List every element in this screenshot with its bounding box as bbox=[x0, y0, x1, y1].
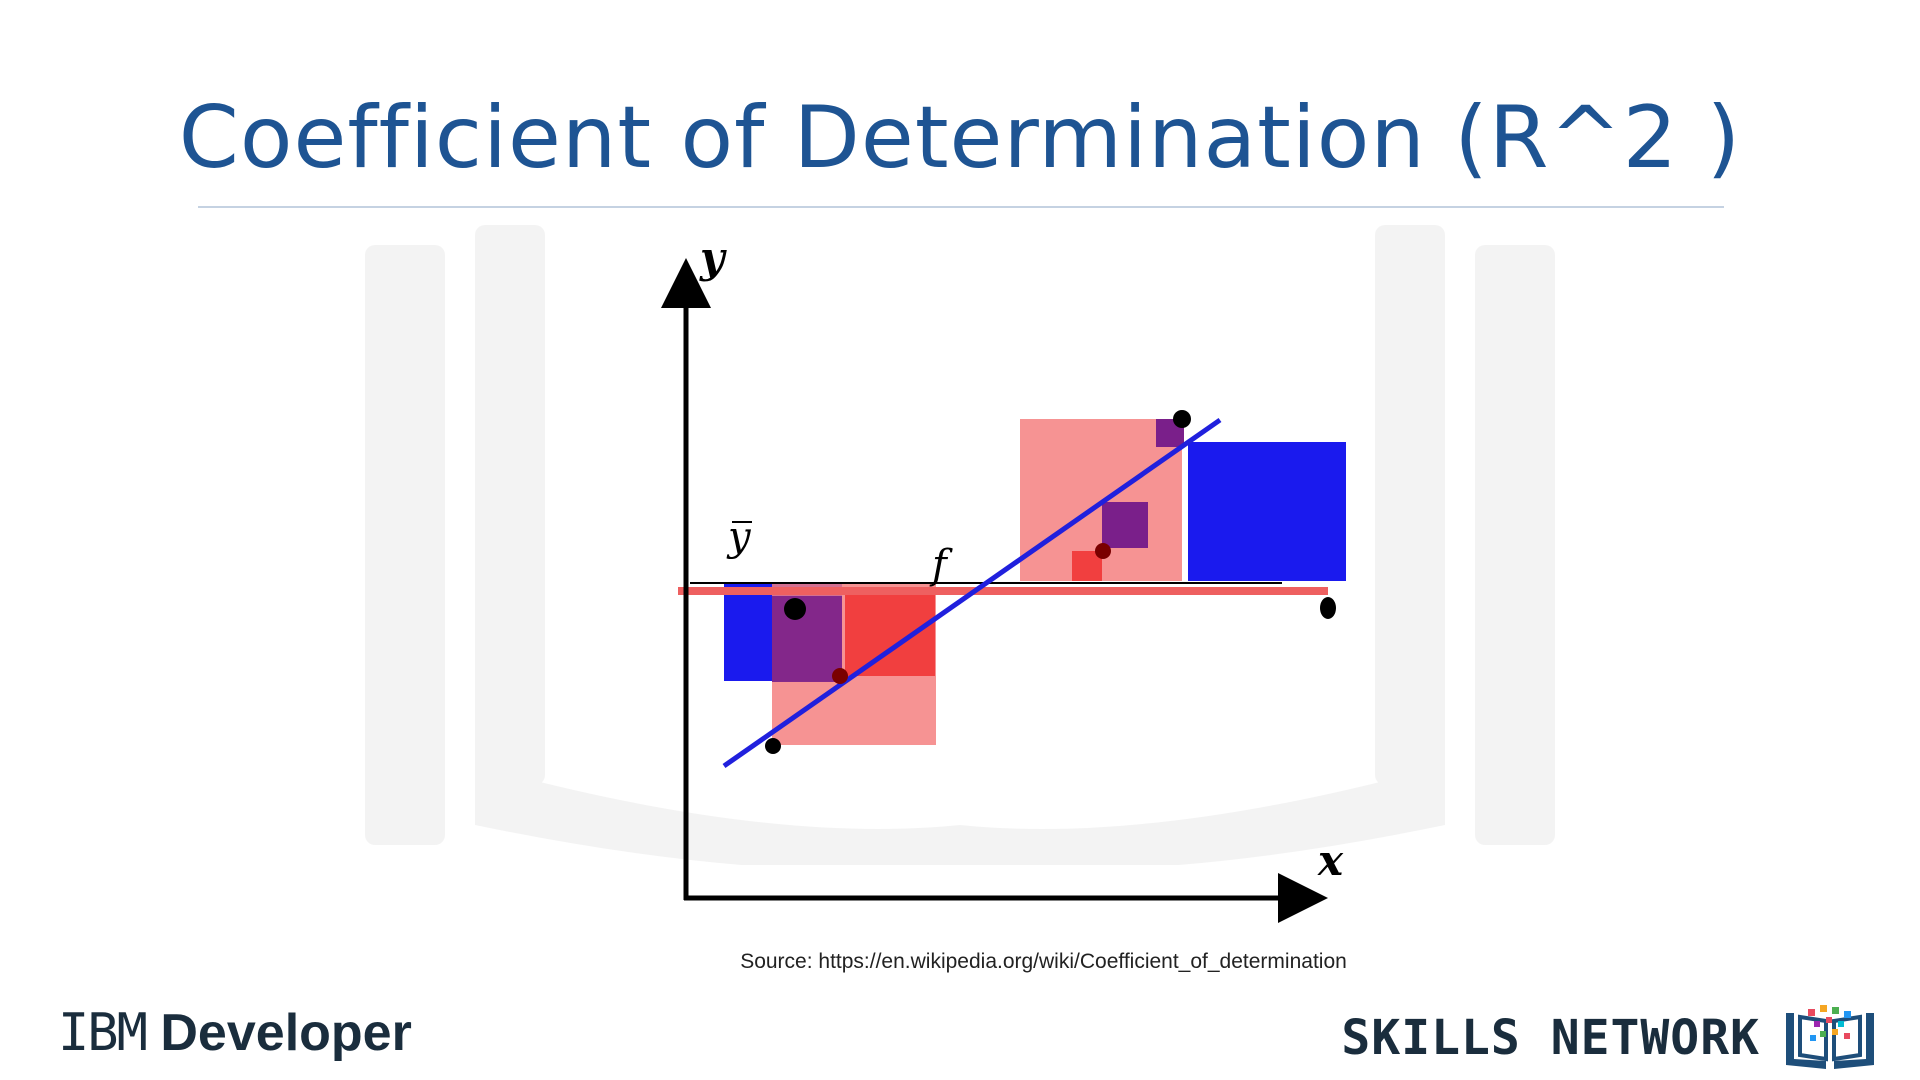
ibm-developer-logo: IBM Developer bbox=[58, 1003, 412, 1063]
source-citation: Source: https://en.wikipedia.org/wiki/Co… bbox=[740, 950, 1347, 973]
skills-network-text: SKILLS NETWORK bbox=[1341, 1010, 1760, 1066]
y-axis-label: y bbox=[699, 233, 727, 282]
overlap-square-mid-right bbox=[1102, 502, 1148, 548]
overlap-square-left bbox=[772, 596, 842, 682]
fit-label: f bbox=[929, 542, 953, 588]
data-point bbox=[784, 598, 806, 620]
data-point bbox=[765, 738, 781, 754]
open-book-icon bbox=[1786, 1005, 1874, 1069]
brand-prefix: IBM bbox=[58, 1003, 148, 1063]
data-point bbox=[1095, 543, 1111, 559]
skills-network-logo: SKILLS NETWORK bbox=[1341, 1003, 1880, 1073]
x-axis-label: x bbox=[1317, 836, 1344, 885]
residual-square-mid-left bbox=[845, 590, 935, 676]
brand-name: Developer bbox=[160, 1004, 412, 1062]
data-point bbox=[1173, 410, 1191, 428]
data-point bbox=[832, 668, 848, 684]
data-point bbox=[1320, 597, 1336, 619]
mean-label: y bbox=[726, 514, 752, 560]
total-square-right bbox=[1188, 442, 1346, 581]
r-squared-diagram: y x y f bbox=[661, 233, 1346, 923]
